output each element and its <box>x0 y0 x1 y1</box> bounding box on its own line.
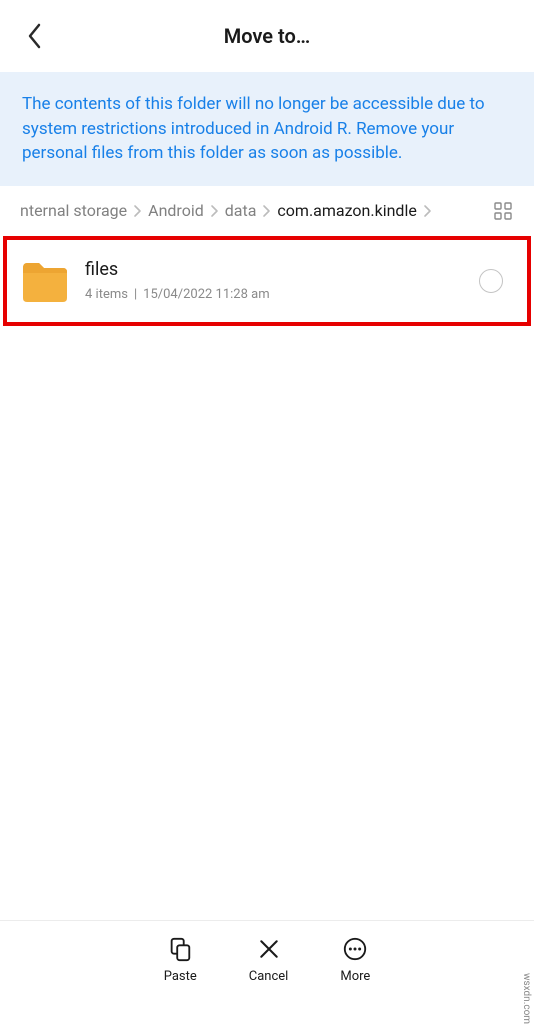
back-icon <box>26 22 44 50</box>
folder-icon <box>21 258 69 304</box>
meta-divider: | <box>134 287 137 302</box>
folder-info: files 4 items | 15/04/2022 11:28 am <box>85 259 479 302</box>
watermark: wsxdn.com <box>519 969 534 1028</box>
paste-icon <box>166 935 194 963</box>
more-icon <box>341 935 369 963</box>
breadcrumb-item[interactable]: com.amazon.kindle <box>277 201 416 220</box>
more-label: More <box>340 969 370 984</box>
bottom-bar: Paste Cancel More <box>0 920 534 998</box>
paste-label: Paste <box>164 969 197 984</box>
chevron-right-icon <box>262 204 271 218</box>
folder-count: 4 items <box>85 287 128 302</box>
cancel-label: Cancel <box>249 969 289 984</box>
close-icon <box>255 935 283 963</box>
cancel-button[interactable]: Cancel <box>249 935 289 984</box>
warning-banner: The contents of this folder will no long… <box>0 72 534 186</box>
back-button[interactable] <box>20 21 50 51</box>
folder-name: files <box>85 259 479 280</box>
page-title: Move to… <box>50 24 484 48</box>
chevron-right-icon <box>133 204 142 218</box>
breadcrumb-item[interactable]: Android <box>148 201 204 220</box>
breadcrumb-item[interactable]: data <box>225 201 257 220</box>
paste-button[interactable]: Paste <box>164 935 197 984</box>
folder-date: 15/04/2022 11:28 am <box>143 287 269 302</box>
folder-meta: 4 items | 15/04/2022 11:28 am <box>85 287 479 302</box>
grid-icon <box>494 202 512 220</box>
breadcrumb-item[interactable]: nternal storage <box>20 201 127 220</box>
breadcrumb: nternal storage Android data com.amazon.… <box>0 186 534 236</box>
chevron-right-icon <box>423 204 432 218</box>
grid-view-toggle[interactable] <box>492 200 514 222</box>
header: Move to… <box>0 0 534 72</box>
folder-row[interactable]: files 4 items | 15/04/2022 11:28 am <box>3 236 531 326</box>
more-button[interactable]: More <box>340 935 370 984</box>
chevron-right-icon <box>210 204 219 218</box>
select-radio[interactable] <box>479 269 503 293</box>
